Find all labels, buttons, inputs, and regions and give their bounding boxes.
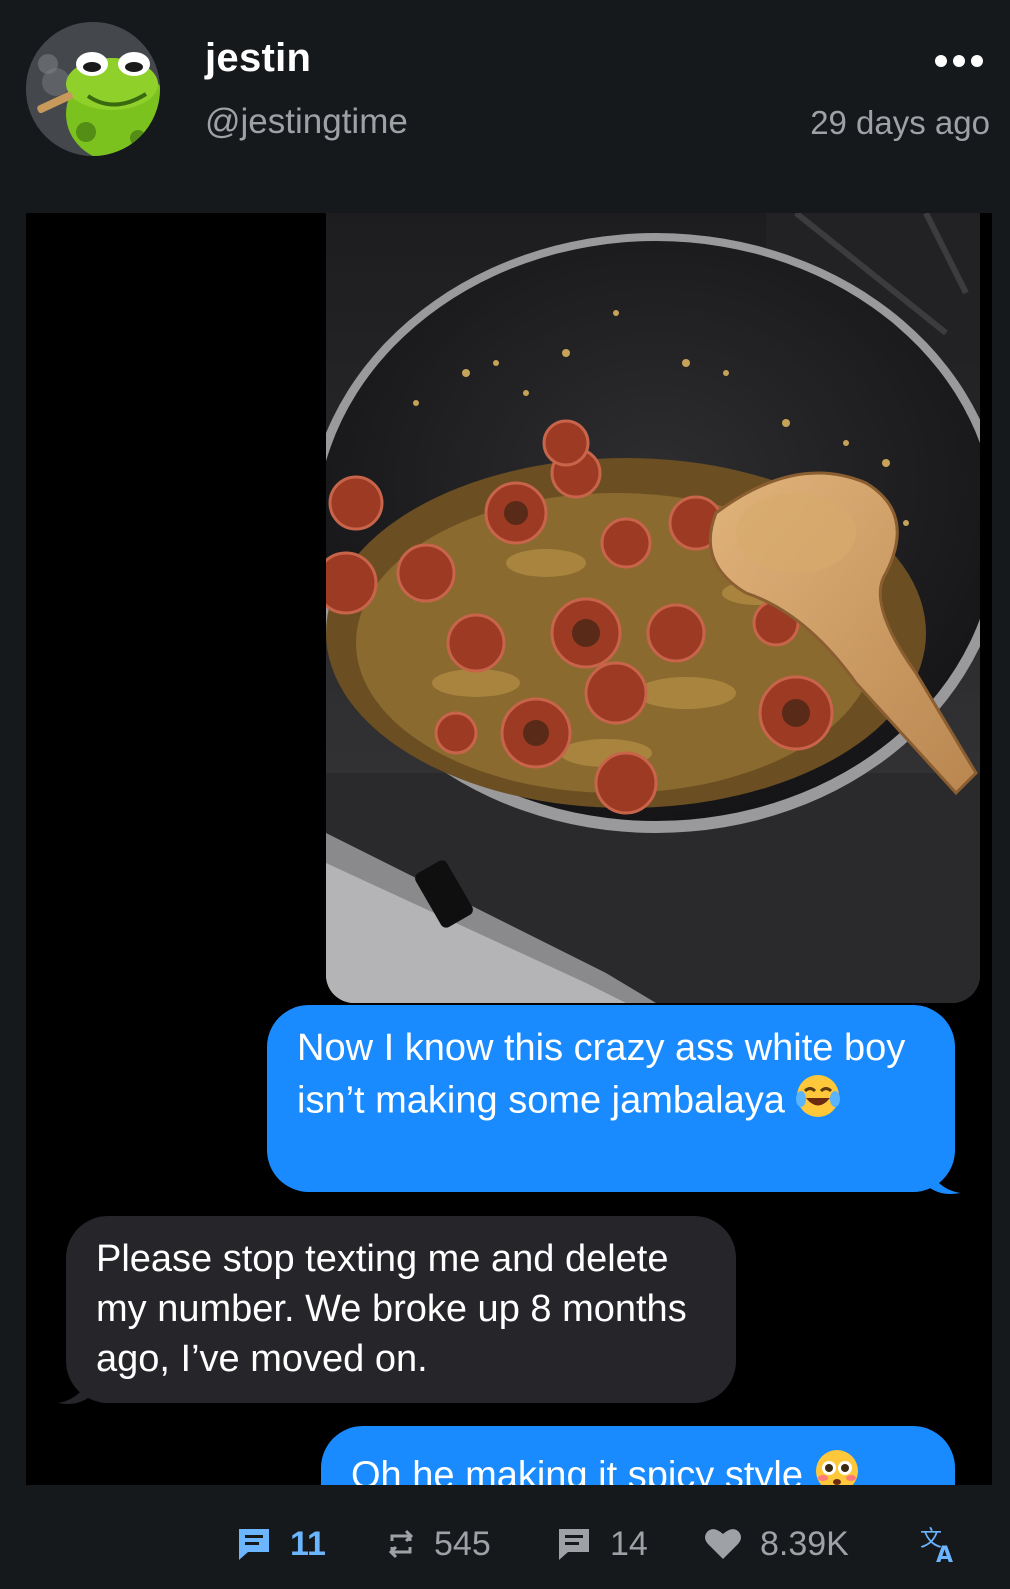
post-actions: 11 545 14 8.39K 文 A [0, 1500, 1010, 1589]
flushed-face-emoji [814, 1448, 860, 1485]
received-bubble-tail [58, 1373, 92, 1404]
sent-bubble-tail [926, 1163, 960, 1194]
avatar-image [26, 22, 160, 156]
like-count: 8.39K [760, 1524, 849, 1563]
reply-button[interactable]: 14 [556, 1522, 648, 1566]
tears-of-joy-emoji [795, 1073, 841, 1132]
post-header: jestin @jestingtime 29 days ago [0, 0, 1010, 200]
repost-button[interactable]: 545 [386, 1522, 491, 1566]
comments-button[interactable]: 11 [236, 1522, 326, 1566]
repost-count: 545 [434, 1524, 491, 1563]
message-text: Please stop texting me and delete my num… [96, 1238, 687, 1380]
post-media[interactable]: Now I know this crazy ass white boy isn’… [26, 213, 992, 1485]
sent-message-bubble: Now I know this crazy ass white boy isn’… [267, 1005, 955, 1192]
received-message-bubble: Please stop texting me and delete my num… [66, 1216, 736, 1403]
heart-icon [705, 1529, 741, 1559]
jambalaya-photo [326, 213, 980, 1003]
like-button[interactable]: 8.39K [704, 1522, 849, 1566]
comment-icon [239, 1529, 269, 1560]
user-handle[interactable]: @jestingtime [205, 102, 408, 142]
post-timestamp: 29 days ago [810, 104, 990, 141]
more-horizontal-icon [935, 55, 983, 67]
repost-icon [388, 1529, 414, 1559]
avatar[interactable] [26, 22, 160, 156]
display-name[interactable]: jestin [205, 36, 311, 81]
translate-button[interactable]: 文 A [918, 1522, 958, 1566]
more-options-button[interactable] [933, 48, 985, 74]
comments-count: 11 [290, 1524, 326, 1563]
message-text: Oh he making it spicy style [351, 1454, 803, 1485]
reply-icon [559, 1529, 589, 1560]
svg-text:A: A [936, 1543, 953, 1564]
sent-message-bubble: Oh he making it spicy style [321, 1426, 955, 1485]
reply-count: 14 [610, 1524, 648, 1563]
translate-icon: 文 A [920, 1527, 953, 1564]
